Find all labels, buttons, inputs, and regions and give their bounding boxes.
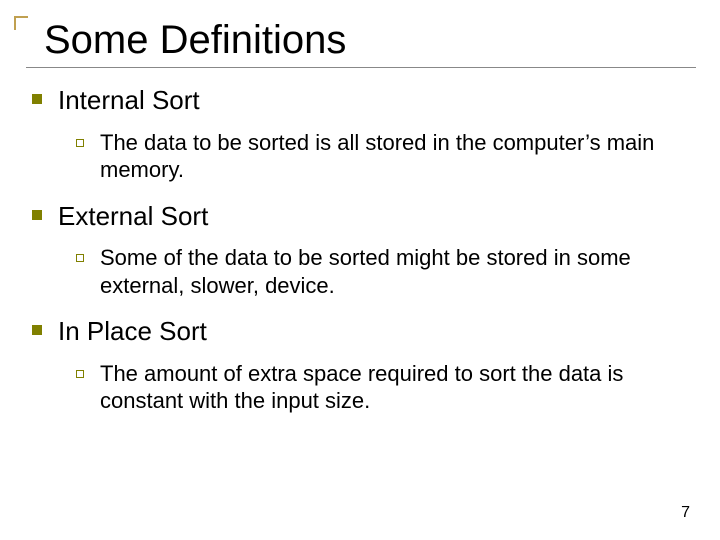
- square-bullet-icon: [32, 94, 42, 104]
- item-heading: Internal Sort: [58, 84, 200, 117]
- item-heading: External Sort: [58, 200, 208, 233]
- list-item: Internal Sort: [32, 84, 696, 117]
- slide-corner-accent: [14, 16, 28, 30]
- hollow-square-bullet-icon: [76, 370, 84, 378]
- list-item: In Place Sort: [32, 315, 696, 348]
- hollow-square-bullet-icon: [76, 139, 84, 147]
- page-number: 7: [681, 504, 690, 522]
- square-bullet-icon: [32, 325, 42, 335]
- slide-title: Some Definitions: [44, 18, 696, 63]
- square-bullet-icon: [32, 210, 42, 220]
- list-subitem: Some of the data to be sorted might be s…: [76, 244, 696, 299]
- hollow-square-bullet-icon: [76, 254, 84, 262]
- list-item: External Sort: [32, 200, 696, 233]
- item-detail: The amount of extra space required to so…: [100, 360, 660, 415]
- item-heading: In Place Sort: [58, 315, 207, 348]
- item-detail: The data to be sorted is all stored in t…: [100, 129, 660, 184]
- item-detail: Some of the data to be sorted might be s…: [100, 244, 660, 299]
- list-subitem: The data to be sorted is all stored in t…: [76, 129, 696, 184]
- slide-content: Internal Sort The data to be sorted is a…: [24, 84, 696, 415]
- list-subitem: The amount of extra space required to so…: [76, 360, 696, 415]
- title-underline: [26, 67, 696, 68]
